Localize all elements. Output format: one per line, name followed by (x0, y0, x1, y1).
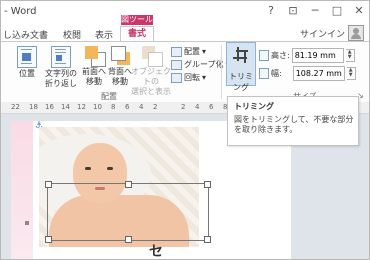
rotate-button[interactable]: 回転 ▾ (171, 72, 206, 83)
ruler-number: 6 (209, 103, 214, 111)
rotate-label: 回転 (184, 73, 200, 82)
avatar[interactable] (348, 25, 364, 41)
resize-handle[interactable] (204, 236, 211, 243)
ribbon: 位置 文字列の 折り返し 前面へ 移動 背面へ 移動 オブジェクトの 選択と表示… (1, 41, 369, 103)
group-icon (171, 59, 182, 70)
ruler-number: 18 (29, 103, 38, 111)
wrap-text-icon (51, 46, 71, 68)
position-button[interactable]: 位置 (15, 46, 39, 79)
crop-icon (233, 47, 249, 63)
selection-pane-icon (140, 46, 163, 67)
chevron-down-icon: ▾ (202, 47, 207, 56)
tab-format[interactable]: 書式 (120, 26, 155, 41)
position-label: 位置 (19, 69, 35, 78)
tab-review[interactable]: 校閲 (63, 28, 81, 41)
height-label: 高さ: (271, 51, 290, 60)
maximize-icon[interactable]: □ (331, 5, 343, 17)
crop-tooltip: トリミング 図をトリミングして、不要な部分を取り除きます。 (227, 96, 359, 146)
wrap-text-button[interactable]: 文字列の 折り返し (43, 46, 79, 89)
ruler-number: 22 (11, 103, 20, 111)
ruler-number: 8 (111, 103, 116, 111)
selection-pane-button[interactable]: オブジェクトの 選択と表示 (131, 46, 171, 97)
ruler-number: 10 (93, 103, 102, 111)
send-backward-label: 背面へ 移動 (108, 67, 132, 86)
page-background (11, 121, 33, 259)
resize-handle[interactable] (204, 181, 211, 188)
baby-eye (85, 167, 91, 170)
ruler-number: 12 (77, 103, 86, 111)
baby-eye (107, 167, 113, 170)
arrange-group-label: 配置 (101, 92, 117, 101)
send-backward-button[interactable]: 背面へ 移動 (107, 46, 133, 87)
help-icon[interactable]: ? (265, 5, 277, 17)
word-window: - Word ? ⊡ ─ □ ✕ 図ツール し込み文書 校閲 表示 書式 サイン… (0, 0, 370, 260)
window-controls: ? ⊡ ─ □ ✕ (265, 5, 365, 17)
resize-handle[interactable] (125, 236, 132, 243)
align-label: 配置 (184, 47, 200, 56)
align-button[interactable]: 配置 ▾ (171, 46, 206, 57)
tab-mailings[interactable]: し込み文書 (3, 28, 48, 41)
tab-view[interactable]: 表示 (95, 28, 113, 41)
height-row: 高さ: ▲▼ (259, 48, 355, 63)
send-backward-icon (109, 46, 131, 66)
picture-tools-label: 図ツール (121, 15, 153, 25)
ruler-number: 4 (139, 103, 144, 111)
resize-handle[interactable] (45, 181, 52, 188)
minimize-icon[interactable]: ─ (309, 5, 321, 17)
ribbon-display-icon[interactable]: ⊡ (287, 5, 299, 17)
align-icon (171, 46, 182, 57)
wrap-text-label: 文字列の 折り返し (45, 69, 77, 88)
window-title: - Word (4, 6, 37, 17)
ruler-number: 6 (125, 103, 130, 111)
close-icon[interactable]: ✕ (353, 5, 365, 17)
tooltip-body: 図をトリミングして、不要な部分を取り除きます。 (234, 115, 354, 134)
ruler-number: 2 (181, 103, 186, 111)
crop-button[interactable]: トリミング (226, 42, 256, 92)
width-icon (259, 68, 269, 79)
title-bar: - Word ? ⊡ ─ □ ✕ (1, 1, 369, 23)
bring-forward-label: 前面へ 移動 (82, 67, 106, 86)
signin-link[interactable]: サインイン (300, 27, 345, 40)
resize-handle[interactable] (125, 181, 132, 188)
width-row: 幅: ▲▼ (259, 66, 356, 81)
ruler-number: 14 (61, 103, 70, 111)
page-text: セ (149, 244, 163, 260)
selection-pane-label: オブジェクトの 選択と表示 (131, 67, 171, 96)
height-spinner[interactable]: ▲ ▼ (345, 49, 355, 62)
page-marker (25, 221, 29, 225)
ruler-number: 16 (45, 103, 54, 111)
bring-forward-button[interactable]: 前面へ 移動 (81, 46, 107, 87)
resize-handle[interactable] (45, 236, 52, 243)
avatar-body (351, 34, 361, 39)
crop-label: トリミング (229, 72, 253, 92)
chevron-down-icon: ▾ (202, 73, 207, 82)
ruler-number: 2 (153, 103, 158, 111)
group-separator (221, 45, 222, 99)
width-input[interactable] (292, 66, 345, 81)
width-spinner[interactable]: ▲ ▼ (346, 67, 356, 80)
image-selection-frame[interactable] (45, 181, 211, 243)
ruler-number: 4 (195, 103, 200, 111)
group-label: グループ化 (184, 60, 224, 69)
height-icon (259, 50, 269, 61)
width-label: 幅: (271, 69, 282, 78)
position-icon (17, 46, 37, 68)
bring-forward-icon (83, 46, 106, 67)
height-input[interactable] (291, 48, 344, 63)
rotate-icon (171, 72, 182, 83)
tooltip-title: トリミング (234, 102, 274, 111)
